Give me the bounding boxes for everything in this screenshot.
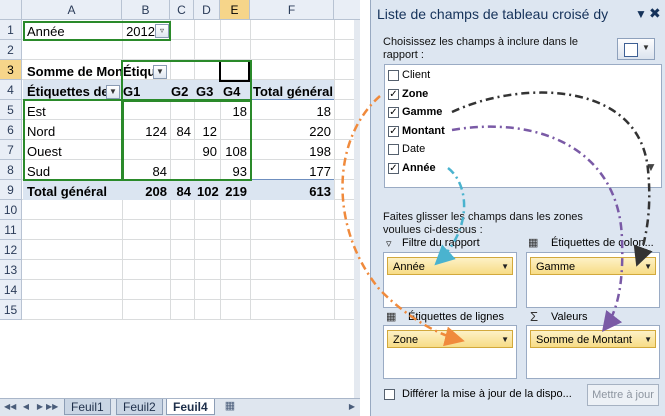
grand-total-g3[interactable]: 102 (194, 182, 220, 202)
filter-zone-label: Filtre du rapport (402, 237, 480, 249)
row-header-4[interactable]: 4 (0, 80, 22, 100)
field-checkbox[interactable] (388, 70, 399, 81)
row-header-8[interactable]: 8 (0, 160, 22, 180)
filter-funnel-icon: ▼ (645, 160, 657, 174)
pane-title: Liste de champs de tableau croisé dy (377, 6, 609, 22)
values-zone-item-somme-montant[interactable]: Somme de Montant ▼ (530, 330, 656, 348)
next-sheet-icon[interactable]: ▶ (34, 401, 46, 413)
filter-zone-item-annee[interactable]: Année ▼ (387, 257, 513, 275)
field-label[interactable]: Zone (402, 88, 428, 100)
column-header-b[interactable]: B (122, 0, 170, 20)
column-header-d[interactable]: D (194, 0, 220, 20)
field-checkbox[interactable]: ✓ (388, 88, 399, 100)
field-checkbox[interactable]: ✓ (388, 162, 399, 174)
tab-scroll-handle[interactable]: ▶ (346, 401, 358, 413)
defer-update-checkbox[interactable] (384, 389, 395, 400)
layout-grid-icon (624, 43, 638, 57)
pivot-cell-total[interactable]: 198 (250, 142, 334, 162)
chevron-down-icon[interactable]: ▼ (501, 331, 509, 349)
row-header-14[interactable]: 14 (0, 280, 22, 300)
row-header-15[interactable]: 15 (0, 300, 22, 320)
column-header-g[interactable] (334, 0, 360, 20)
column-header-e[interactable]: E (220, 0, 250, 20)
select-all-corner[interactable] (0, 0, 22, 20)
row-header-10[interactable]: 10 (0, 200, 22, 220)
column-labels-zone-item-gamme[interactable]: Gamme ▼ (530, 257, 656, 275)
chevron-down-icon[interactable]: ▼ (501, 258, 509, 276)
row-header-1[interactable]: 1 (0, 20, 22, 40)
prev-sheet-icon[interactable]: ◀ (20, 401, 32, 413)
column-labels-zone-icon: ▦ (528, 237, 539, 249)
values-zone-label: Valeurs (551, 311, 588, 323)
row-header-7[interactable]: 7 (0, 140, 22, 160)
field-label[interactable]: Client (402, 69, 430, 81)
filter-zone-icon: ▿ (386, 238, 392, 250)
field-label[interactable]: Gamme (402, 106, 442, 118)
chevron-down-icon[interactable]: ▼ (644, 331, 652, 349)
row-header-2[interactable]: 2 (0, 40, 22, 60)
tab-feuil1[interactable]: Feuil1 (64, 399, 111, 415)
last-sheet-icon[interactable]: ▶▶ (46, 401, 58, 413)
row-header-5[interactable]: 5 (0, 100, 22, 120)
filter-area-highlight (23, 21, 171, 41)
row-labels-zone-icon: ▦ (386, 311, 397, 323)
field-checkbox[interactable] (388, 144, 399, 155)
column-header-f[interactable]: F (250, 0, 334, 20)
col-header-total[interactable]: Total général (250, 82, 334, 102)
grand-total-g1[interactable]: 208 (122, 182, 170, 202)
chevron-down-icon: ▼ (642, 43, 650, 52)
spreadsheet[interactable]: A B C D E F 1 2 3 4 5 6 7 8 9 10 11 12 13 14 15 Année … (0, 0, 360, 416)
field-checkbox[interactable]: ✓ (388, 107, 399, 118)
sheet-tabs-bar: ◀◀ ◀ ▶ ▶▶ Feuil1 Feuil2 Feuil4 ▦ ▶ (0, 398, 360, 416)
layout-options-button[interactable]: ▼ (617, 38, 655, 60)
values-area-highlight (121, 99, 252, 181)
pivot-cell-total[interactable]: 18 (250, 102, 334, 122)
tab-feuil2[interactable]: Feuil2 (116, 399, 163, 415)
pivot-cell-total[interactable]: 177 (250, 162, 334, 182)
vertical-scrollbar[interactable] (354, 20, 360, 398)
column-area-highlight (121, 60, 252, 102)
row-header-3[interactable]: 3 (0, 60, 22, 80)
row-labels-dropdown[interactable]: ▼ (106, 85, 120, 99)
update-button[interactable]: Mettre à jour (587, 384, 659, 406)
gridline (22, 319, 360, 320)
row-header-12[interactable]: 12 (0, 240, 22, 260)
row-labels-zone-label: Étiquettes de lignes (408, 311, 505, 323)
gridline (22, 219, 360, 220)
grand-total-label[interactable]: Total général (24, 182, 122, 202)
first-sheet-icon[interactable]: ◀◀ (4, 401, 16, 413)
gridline (22, 299, 360, 300)
pivot-cell-total[interactable]: 220 (250, 122, 334, 142)
column-header-a[interactable]: A (22, 0, 122, 20)
drag-instruction: Faites glisser les champs dans les zones… (383, 211, 583, 236)
field-label[interactable]: Date (402, 143, 425, 155)
row-labels-zone-item-zone[interactable]: Zone ▼ (387, 330, 513, 348)
close-icon[interactable]: ✖ (649, 5, 661, 22)
column-labels-zone-label: Étiquettes de colon... (551, 237, 654, 249)
pane-options-arrow-icon[interactable]: ▼ (635, 7, 647, 21)
row-header-9[interactable]: 9 (0, 180, 22, 200)
field-label[interactable]: Montant (402, 125, 445, 137)
choose-fields-instruction: Choisissez les champs à inclure dans le … (383, 36, 579, 61)
row-header-11[interactable]: 11 (0, 220, 22, 240)
sigma-icon: Σ (530, 309, 539, 324)
gridline (22, 259, 360, 260)
insert-sheet-icon[interactable]: ▦ (224, 400, 236, 412)
row-header-13[interactable]: 13 (0, 260, 22, 280)
grand-total-g2[interactable]: 84 (170, 182, 194, 202)
pivot-corner-cell[interactable]: Somme de Montant (24, 62, 122, 82)
chevron-down-icon[interactable]: ▼ (644, 258, 652, 276)
field-checkbox[interactable]: ✓ (388, 125, 399, 137)
column-header-c[interactable]: C (170, 0, 194, 20)
row-area-highlight (23, 99, 124, 181)
grand-total-g4[interactable]: 219 (220, 182, 250, 202)
defer-update-label: Différer la mise à jour de la dispo... (402, 388, 572, 400)
gridline (22, 239, 360, 240)
field-label[interactable]: Année (402, 162, 436, 174)
gridline (22, 279, 360, 280)
chevron-down-icon: ▼ (109, 87, 117, 96)
grand-total-overall[interactable]: 613 (250, 182, 334, 202)
tab-feuil4[interactable]: Feuil4 (166, 399, 215, 415)
row-header-6[interactable]: 6 (0, 120, 22, 140)
